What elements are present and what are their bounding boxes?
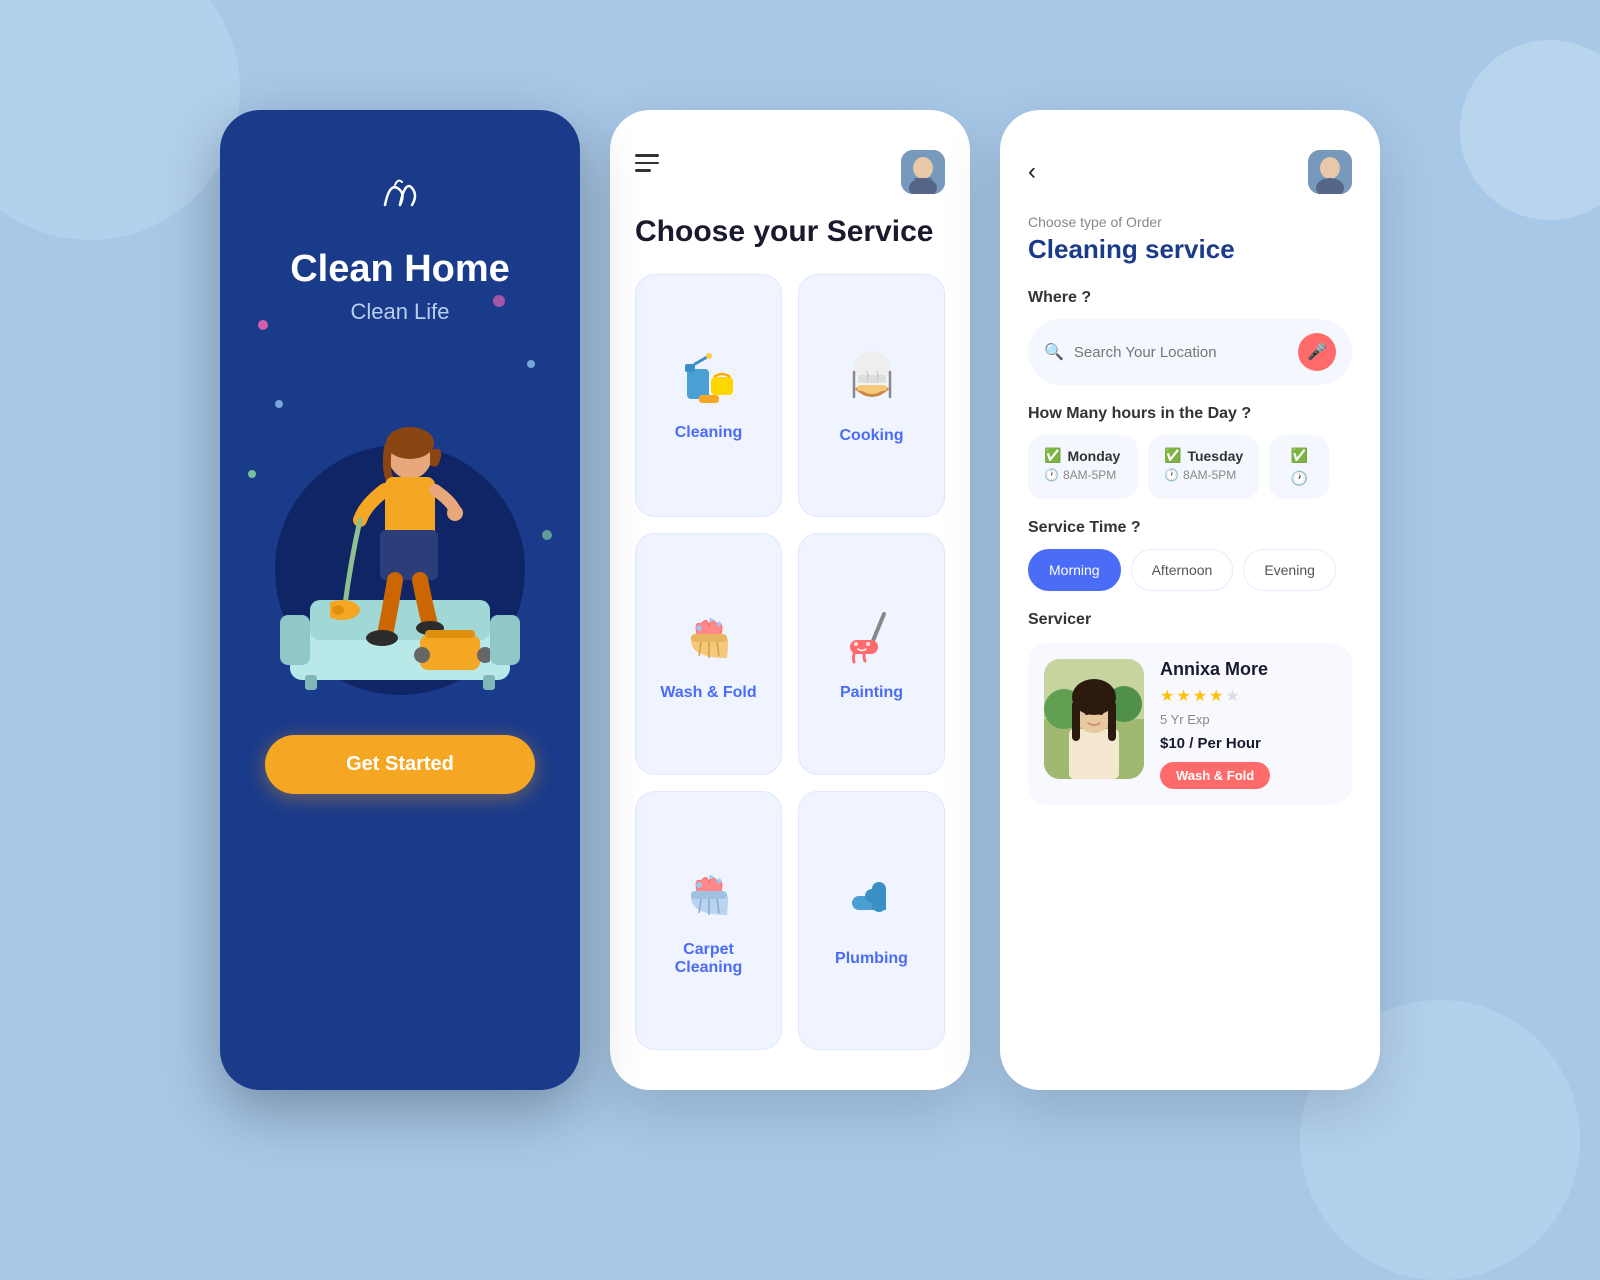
carpet-cleaning-label: Carpet Cleaning <box>652 941 765 977</box>
day-card-partial[interactable]: ✅ 🕐 <box>1269 435 1329 499</box>
order-header: ‹ <box>1028 150 1352 194</box>
servicer-name: Annixa More <box>1160 659 1336 680</box>
cooking-label: Cooking <box>840 427 904 445</box>
bg-blob-tr <box>1460 40 1600 220</box>
splash-illustration <box>250 365 550 705</box>
tuesday-check: ✅ <box>1164 447 1181 464</box>
cleaning-icon <box>679 349 739 412</box>
monday-time: 🕐 8AM-5PM <box>1044 468 1122 482</box>
day-tuesday-header: ✅ Tuesday <box>1164 447 1243 464</box>
service-card-painting[interactable]: Painting <box>798 533 945 774</box>
monday-time-text: 8AM-5PM <box>1063 468 1116 482</box>
hamburger-menu[interactable] <box>635 150 659 172</box>
monday-name: Monday <box>1067 448 1120 464</box>
service-card-wash-fold[interactable]: Wash & Fold <box>635 533 782 774</box>
morning-label: Morning <box>1049 562 1100 578</box>
avatar-image-2 <box>1308 150 1352 194</box>
star-2: ★ <box>1176 686 1190 706</box>
service-card-cleaning[interactable]: Cleaning <box>635 274 782 517</box>
service-card-plumbing[interactable]: Plumbing <box>798 791 945 1050</box>
day-card-monday[interactable]: ✅ Monday 🕐 8AM-5PM <box>1028 435 1138 499</box>
painting-icon <box>842 606 902 672</box>
time-slot-afternoon[interactable]: Afternoon <box>1131 549 1234 591</box>
evening-label: Evening <box>1264 562 1315 578</box>
services-grid: Cleaning <box>635 274 945 1050</box>
service-title: Cleaning service <box>1028 234 1352 265</box>
day-card-tuesday[interactable]: ✅ Tuesday 🕐 8AM-5PM <box>1148 435 1259 499</box>
monday-clock-icon: 🕐 <box>1044 468 1059 482</box>
servicer-info: Annixa More ★ ★ ★ ★ ★ 5 Yr Exp $10 / Per… <box>1160 659 1336 789</box>
tuesday-clock-icon: 🕐 <box>1164 468 1179 482</box>
plumbing-icon <box>842 872 902 938</box>
servicer-exp: 5 Yr Exp <box>1160 712 1336 727</box>
cleaning-label: Cleaning <box>675 424 743 442</box>
time-slot-morning[interactable]: Morning <box>1028 549 1121 591</box>
servicer-section-label: Servicer <box>1028 611 1352 629</box>
tuesday-time: 🕐 8AM-5PM <box>1164 468 1243 482</box>
partial-check: ✅ <box>1290 447 1307 464</box>
decorative-dot-4 <box>493 295 505 307</box>
cooking-icon <box>842 347 902 415</box>
splash-title: Clean Home <box>290 249 510 291</box>
search-icon: 🔍 <box>1044 342 1064 362</box>
star-4: ★ <box>1209 686 1223 706</box>
hamburger-line-1 <box>635 154 659 157</box>
app-logo <box>370 170 430 229</box>
servicer-badge: Wash & Fold <box>1160 762 1270 789</box>
where-label: Where ? <box>1028 289 1352 307</box>
service-card-cooking[interactable]: Cooking <box>798 274 945 517</box>
services-screen: Choose your Service <box>610 110 970 1090</box>
star-1: ★ <box>1160 686 1174 706</box>
tuesday-time-text: 8AM-5PM <box>1183 468 1236 482</box>
character-illustration <box>330 425 490 675</box>
order-type-label: Choose type of Order <box>1028 214 1352 230</box>
wash-fold-icon <box>679 606 739 672</box>
location-search-bar[interactable]: 🔍 🎤 <box>1028 319 1352 385</box>
splash-screen: Clean Home Clean Life <box>220 110 580 1090</box>
user-avatar[interactable] <box>901 150 945 194</box>
location-input[interactable] <box>1074 344 1288 361</box>
get-started-button[interactable]: Get Started <box>265 735 535 794</box>
services-title: Choose your Service <box>635 214 945 250</box>
tuesday-name: Tuesday <box>1187 448 1243 464</box>
servicer-card: Annixa More ★ ★ ★ ★ ★ 5 Yr Exp $10 / Per… <box>1028 643 1352 805</box>
service-card-carpet-cleaning[interactable]: Carpet Cleaning <box>635 791 782 1050</box>
back-button[interactable]: ‹ <box>1028 160 1036 184</box>
partial-clock: 🕐 <box>1290 470 1307 487</box>
splash-subtitle: Clean Life <box>350 299 449 325</box>
wash-fold-label: Wash & Fold <box>660 684 756 702</box>
time-slots: Morning Afternoon Evening <box>1028 549 1352 591</box>
avatar-image <box>901 150 945 194</box>
hamburger-line-3 <box>635 169 651 172</box>
days-row: ✅ Monday 🕐 8AM-5PM ✅ Tuesday 🕐 8AM-5PM <box>1028 435 1352 499</box>
servicer-section: Servicer <box>1028 611 1352 805</box>
user-avatar-2[interactable] <box>1308 150 1352 194</box>
monday-check: ✅ <box>1044 447 1061 464</box>
decorative-dot-1 <box>258 320 268 330</box>
plumbing-label: Plumbing <box>835 950 908 968</box>
hours-label: How Many hours in the Day ? <box>1028 405 1352 423</box>
star-3: ★ <box>1193 686 1207 706</box>
servicer-photo <box>1044 659 1144 779</box>
time-slot-evening[interactable]: Evening <box>1243 549 1336 591</box>
painting-label: Painting <box>840 684 903 702</box>
afternoon-label: Afternoon <box>1152 562 1213 578</box>
bg-blob-tl <box>0 0 240 240</box>
mic-button[interactable]: 🎤 <box>1298 333 1336 371</box>
star-5: ★ <box>1225 686 1239 706</box>
carpet-cleaning-icon <box>679 863 739 929</box>
services-header <box>635 150 945 194</box>
servicer-price: $10 / Per Hour <box>1160 735 1336 752</box>
order-detail-screen: ‹ Choose type of Order Cleaning service … <box>1000 110 1380 1090</box>
service-time-label: Service Time ? <box>1028 519 1352 537</box>
screens-container: Clean Home Clean Life <box>220 110 1380 1090</box>
day-monday-header: ✅ Monday <box>1044 447 1122 464</box>
hamburger-line-2 <box>635 162 659 165</box>
servicer-stars: ★ ★ ★ ★ ★ <box>1160 686 1336 706</box>
